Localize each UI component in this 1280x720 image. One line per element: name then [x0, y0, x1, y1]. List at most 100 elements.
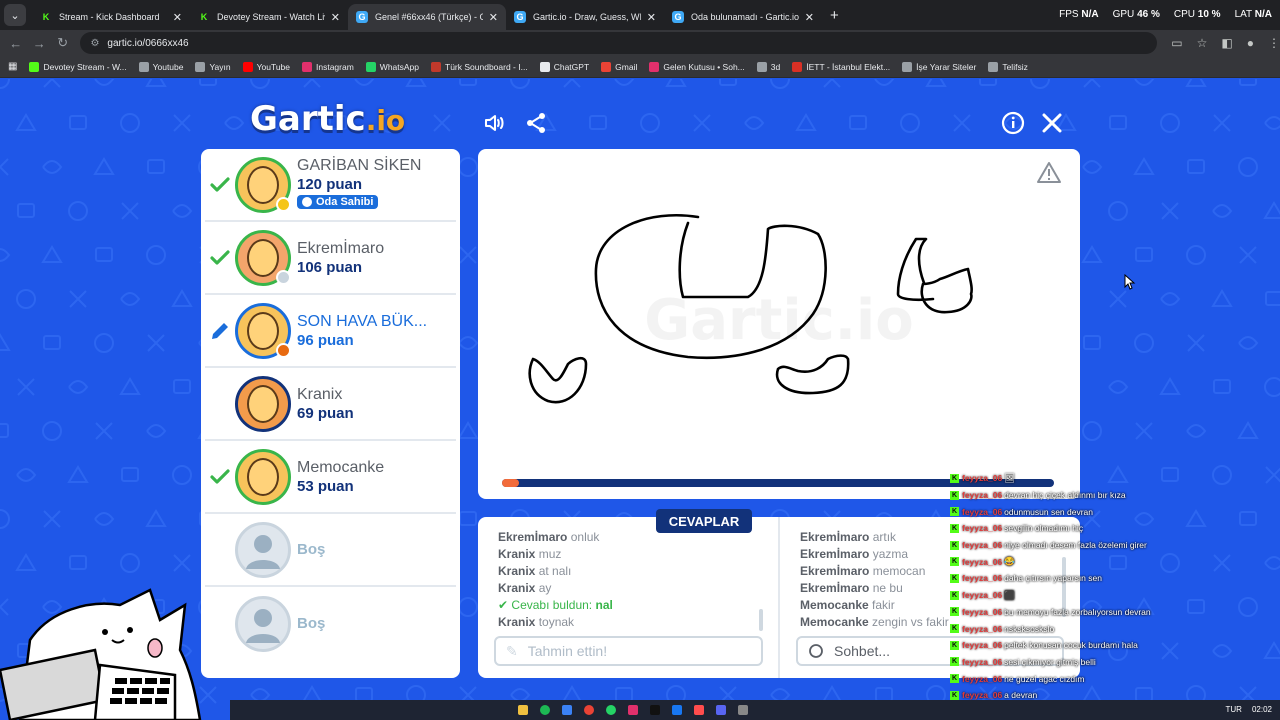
kick-badge-icon: K	[950, 674, 959, 684]
tab-close-icon[interactable]: ✕	[489, 11, 498, 24]
bookmark-label: Gmail	[615, 61, 638, 72]
message-line: Kranix at nalı	[498, 563, 613, 580]
stream-chat-text: devran hiç çiçek aldınmı bır kıza	[1004, 490, 1126, 501]
info-icon[interactable]	[1001, 111, 1025, 135]
discord-icon[interactable]	[716, 705, 726, 715]
close-icon[interactable]	[1040, 111, 1064, 135]
kick-badge-icon: K	[950, 557, 959, 567]
instagram-icon[interactable]	[628, 705, 638, 715]
bookmark-item[interactable]: Devotey Stream - W...	[29, 61, 127, 72]
profile-icon[interactable]: ●	[1247, 36, 1254, 50]
performance-overlay: FPS N/A GPU 46 % CPU 10 % LAT N/A	[1059, 9, 1272, 20]
url-input[interactable]: ⚙ gartic.io/0666xx46	[80, 32, 1158, 54]
tab-title: Gartic.io - Draw, Guess, WIN	[533, 12, 641, 22]
player-info: Memocanke 53 puan	[297, 459, 384, 495]
player-list: GARİBAN SİKEN 120 puan Oda Sahibi Ekremİmar…	[201, 149, 460, 678]
player-row[interactable]: Kranix 69 puan	[205, 368, 456, 441]
report-icon[interactable]	[1037, 162, 1061, 183]
message-author: Kranix	[498, 547, 536, 561]
extensions-icon[interactable]: ◧	[1221, 36, 1232, 50]
player-row[interactable]: Memocanke 53 puan	[205, 441, 456, 514]
player-row[interactable]: SON HAVA BÜK... 96 puan	[205, 295, 456, 368]
bookmark-item[interactable]: Gmail	[601, 61, 638, 72]
message-author: Kranix	[498, 581, 536, 595]
apps-grid-icon[interactable]: ▦	[8, 61, 17, 72]
reload-icon[interactable]: ↻	[51, 35, 74, 51]
browser-tab[interactable]: G Genel #66xx46 (Türkçe) - Gartic ✕	[348, 4, 506, 30]
cast-icon[interactable]: ▭	[1171, 36, 1182, 50]
kick-badge-icon: K	[950, 490, 959, 500]
bookmark-item[interactable]: 3d	[756, 61, 780, 72]
message-author: Memocanke	[800, 615, 869, 629]
message-text: memocan	[872, 564, 926, 578]
answers-scrollbar[interactable]	[759, 609, 763, 631]
tab-search-menu-icon[interactable]: ⌄	[4, 4, 26, 26]
bookmark-item[interactable]: ChatGPT	[539, 61, 589, 72]
message-line: Kranix ay	[498, 580, 613, 597]
bookmark-star-icon[interactable]: ☆	[1197, 36, 1208, 50]
empty-player-slot: Boş	[205, 514, 456, 587]
browser-tab[interactable]: K Stream - Kick Dashboard ✕	[32, 4, 190, 30]
bookmark-item[interactable]: Yayın	[195, 61, 231, 72]
bookmark-item[interactable]: WhatsApp	[365, 61, 419, 72]
file-explorer-icon[interactable]	[518, 705, 528, 715]
menu-dots-icon[interactable]: ⋮	[1268, 36, 1280, 50]
site-info-icon[interactable]: ⚙	[90, 38, 99, 49]
tiktok-icon[interactable]	[650, 705, 660, 715]
bookmark-item[interactable]: İETT - İstanbul Elekt...	[792, 61, 890, 72]
avatar	[235, 302, 291, 359]
tab-close-icon[interactable]: ✕	[173, 11, 182, 24]
language-indicator[interactable]: TUR	[1226, 705, 1242, 714]
spotify-icon[interactable]	[540, 705, 550, 715]
player-row[interactable]: Ekremİmaro 106 puan	[205, 222, 456, 295]
bookmark-item[interactable]: Telifsiz	[988, 61, 1028, 72]
app-icon[interactable]	[738, 705, 748, 715]
app-icon[interactable]	[562, 705, 572, 715]
tab-close-icon[interactable]: ✕	[647, 11, 656, 24]
avatar	[235, 229, 291, 286]
guess-input[interactable]: ✎ Tahmin ettin!	[494, 636, 763, 666]
forward-icon[interactable]: →	[27, 36, 50, 51]
tab-close-icon[interactable]: ✕	[331, 11, 340, 24]
browser-tabbar: ⌄ K Stream - Kick Dashboard ✕ K Devotey Stre…	[0, 0, 1280, 30]
system-tray: TUR 02:02	[1226, 705, 1272, 714]
new-tab-button[interactable]: +	[830, 7, 839, 24]
stream-chat-message: Kfeyyza_06 😂	[950, 553, 1280, 570]
sound-icon[interactable]	[483, 111, 507, 135]
chrome-icon[interactable]	[584, 705, 594, 715]
drawing-canvas[interactable]: Gartic.io	[478, 149, 1080, 499]
bookmark-item[interactable]: Instagram	[302, 61, 354, 72]
empty-avatar-icon	[235, 521, 291, 578]
empty-avatar-icon	[235, 595, 291, 652]
bookmark-item[interactable]: Türk Soundboard - I...	[431, 61, 528, 72]
clock[interactable]: 02:02	[1252, 705, 1272, 714]
stream-chat-text: ne guzel agac cızdım	[1004, 673, 1085, 684]
tab-close-icon[interactable]: ✕	[805, 11, 814, 24]
player-row[interactable]: GARİBAN SİKEN 120 puan Oda Sahibi	[205, 149, 456, 222]
browser-tab[interactable]: G Gartic.io - Draw, Guess, WIN ✕	[506, 4, 664, 30]
obs-icon[interactable]	[694, 705, 704, 715]
stream-chat-user: feyyza_06	[962, 640, 1003, 651]
share-icon[interactable]	[524, 111, 548, 135]
browser-tab[interactable]: K Devotey Stream - Watch Live o ✕	[190, 4, 348, 30]
player-info: GARİBAN SİKEN 120 puan Oda Sahibi	[297, 157, 421, 212]
bookmark-item[interactable]: YouTube	[242, 61, 290, 72]
check-icon	[210, 176, 230, 192]
bookmark-label: Youtube	[152, 61, 184, 72]
message-line: Kranix muz	[498, 546, 613, 563]
avatar	[235, 448, 291, 505]
message-text: ay	[538, 581, 552, 595]
whatsapp-icon[interactable]	[606, 705, 616, 715]
browser-tab[interactable]: G Oda bulunamadı - Gartic.io ✕	[664, 4, 822, 30]
tab-title: Stream - Kick Dashboard	[59, 12, 160, 22]
kick-badge-icon: K	[950, 624, 959, 634]
bookmark-item[interactable]: Gelen Kutusu • Soh...	[649, 61, 745, 72]
bookmark-item[interactable]: Youtube	[138, 61, 184, 72]
tab-title: Devotey Stream - Watch Live o	[217, 12, 325, 22]
player-status-mark	[207, 537, 233, 563]
back-icon[interactable]: ←	[4, 36, 27, 51]
bookmark-item[interactable]: İşe Yarar Siteler	[902, 61, 976, 72]
app-icon[interactable]	[672, 705, 682, 715]
bookmark-label: Yayın	[209, 61, 231, 72]
owner-icon	[302, 197, 312, 207]
